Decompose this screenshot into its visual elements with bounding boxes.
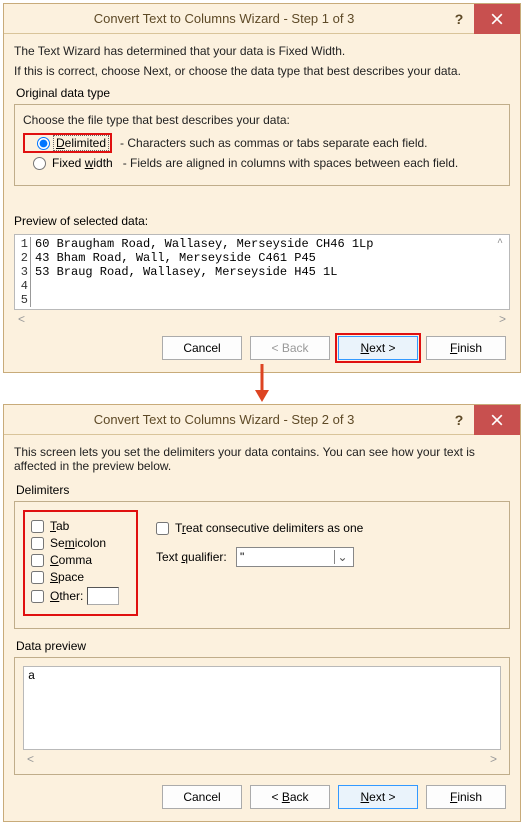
radio-delimited-label[interactable]: Delimited	[54, 136, 108, 150]
original-data-type-group: Choose the file type that best describes…	[14, 104, 510, 186]
text-qualifier-label: Text qualifier:	[156, 550, 236, 564]
scroll-left-icon[interactable]: <	[18, 312, 25, 326]
back-button: < Back	[250, 336, 330, 360]
scroll-right-icon[interactable]: >	[499, 312, 506, 326]
flow-arrow	[0, 376, 524, 401]
horizontal-scroll[interactable]: <>	[23, 750, 501, 766]
preview-row: 243 Bham Road, Wall, Merseyside C461 P45	[17, 251, 509, 265]
finish-button[interactable]: Finish	[426, 785, 506, 809]
radio-row-fixed: Fixed width - Fields are aligned in colu…	[23, 156, 501, 170]
dialog-title: Convert Text to Columns Wizard - Step 1 …	[4, 11, 444, 26]
text-qualifier-value: "	[240, 550, 244, 564]
cancel-button[interactable]: Cancel	[162, 785, 242, 809]
chevron-down-icon: ⌄	[334, 550, 350, 564]
preview-label: Preview of selected data:	[14, 214, 510, 228]
radio-fixed-width[interactable]	[33, 157, 46, 170]
group-label-delimiters: Delimiters	[16, 483, 510, 497]
titlebar: Convert Text to Columns Wizard - Step 1 …	[4, 4, 520, 34]
choose-label: Choose the file type that best describes…	[23, 113, 501, 127]
data-preview-box: a	[23, 666, 501, 750]
intro-text-1: The Text Wizard has determined that your…	[14, 44, 510, 58]
checkbox-comma-label[interactable]: Comma	[50, 553, 92, 567]
close-button[interactable]	[474, 4, 520, 34]
checkbox-comma[interactable]	[31, 554, 44, 567]
delimited-desc: - Characters such as commas or tabs sepa…	[120, 136, 427, 150]
fixed-desc: - Fields are aligned in columns with spa…	[123, 156, 459, 170]
checkbox-space-label[interactable]: Space	[50, 570, 84, 584]
help-button[interactable]: ?	[444, 4, 474, 34]
cancel-button[interactable]: Cancel	[162, 336, 242, 360]
back-button[interactable]: < Back	[250, 785, 330, 809]
data-preview-content: a	[28, 669, 496, 683]
button-row: Cancel < Back Next > Finish	[14, 326, 510, 364]
checkbox-semicolon[interactable]	[31, 537, 44, 550]
next-button[interactable]: Next >	[338, 336, 418, 360]
radio-fixed-label[interactable]: Fixed width	[50, 156, 115, 170]
radio-delimited[interactable]	[37, 137, 50, 150]
scroll-right-icon[interactable]: >	[490, 752, 497, 766]
close-icon	[491, 414, 503, 426]
checkbox-treat-consecutive[interactable]	[156, 522, 169, 535]
group-label-original: Original data type	[16, 86, 510, 100]
preview-row: 160 Braugham Road, Wallasey, Merseyside …	[17, 237, 509, 251]
checkbox-tab-label[interactable]: Tab	[50, 519, 69, 533]
scroll-left-icon[interactable]: <	[27, 752, 34, 766]
checkbox-tab[interactable]	[31, 520, 44, 533]
checkbox-other-label[interactable]: Other:	[50, 589, 83, 603]
scroll-up-icon[interactable]: ^	[493, 237, 507, 251]
intro-text: This screen lets you set the delimiters …	[14, 445, 510, 473]
delimiter-checkbox-panel: Tab Semicolon Comma Space Other:	[23, 510, 138, 616]
help-button[interactable]: ?	[444, 405, 474, 435]
next-button[interactable]: Next >	[338, 785, 418, 809]
other-delimiter-input[interactable]	[87, 587, 119, 605]
intro-text-2: If this is correct, choose Next, or choo…	[14, 64, 510, 78]
checkbox-other[interactable]	[31, 590, 44, 603]
checkbox-semicolon-label[interactable]: Semicolon	[50, 536, 106, 550]
close-icon	[491, 13, 503, 25]
preview-box: 160 Braugham Road, Wallasey, Merseyside …	[14, 234, 510, 310]
close-button[interactable]	[474, 405, 520, 435]
horizontal-scroll[interactable]: <>	[14, 310, 510, 326]
delimiter-options-panel: Treat consecutive delimiters as one Text…	[138, 510, 363, 616]
preview-row: 4	[17, 279, 509, 293]
text-qualifier-select[interactable]: " ⌄	[236, 547, 354, 567]
finish-button[interactable]: Finish	[426, 336, 506, 360]
treat-consecutive-label[interactable]: Treat consecutive delimiters as one	[175, 521, 363, 535]
preview-row: 353 Braug Road, Wallasey, Merseyside H45…	[17, 265, 509, 279]
wizard-step2-dialog: Convert Text to Columns Wizard - Step 2 …	[3, 404, 521, 822]
data-preview-group: a <>	[14, 657, 510, 775]
delimiters-group: Tab Semicolon Comma Space Other: Treat c…	[14, 501, 510, 629]
titlebar: Convert Text to Columns Wizard - Step 2 …	[4, 405, 520, 435]
data-preview-label: Data preview	[16, 639, 510, 653]
preview-row: 5	[17, 293, 509, 307]
button-row: Cancel < Back Next > Finish	[14, 775, 510, 813]
radio-row-delimited: Delimited - Characters such as commas or…	[23, 133, 501, 153]
checkbox-space[interactable]	[31, 571, 44, 584]
dialog-title: Convert Text to Columns Wizard - Step 2 …	[4, 412, 444, 427]
wizard-step1-dialog: Convert Text to Columns Wizard - Step 1 …	[3, 3, 521, 373]
